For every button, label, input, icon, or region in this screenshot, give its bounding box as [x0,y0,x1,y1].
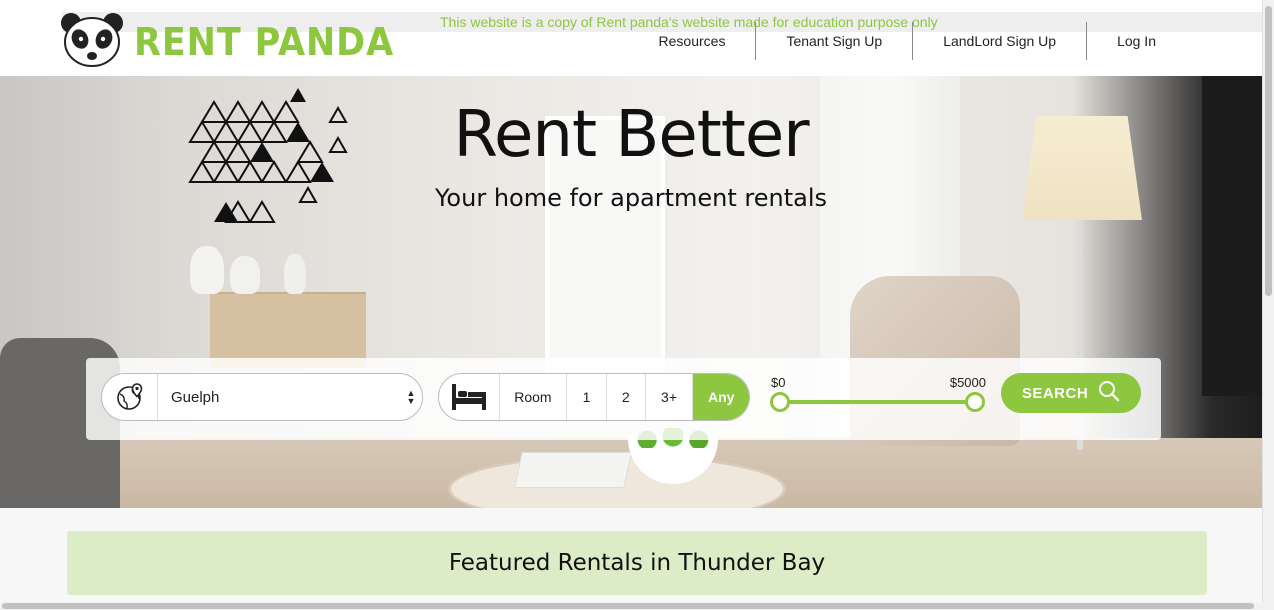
price-slider-track[interactable] [780,400,976,404]
nav-tenant-sign-up[interactable]: Tenant Sign Up [755,22,912,60]
vertical-scroll-thumb[interactable] [1265,6,1272,296]
main-nav: Resources Tenant Sign Up LandLord Sign U… [629,22,1186,60]
logo[interactable]: RENT PANDA [60,12,417,73]
price-max-label: $5000 [949,375,986,390]
brand-name: RENT PANDA [134,20,395,64]
featured-rentals-title: Featured Rentals in Thunder Bay [448,550,826,576]
nav-landlord-sign-up[interactable]: LandLord Sign Up [912,22,1086,60]
horizontal-scrollbar[interactable] [0,602,1274,610]
search-button[interactable]: SEARCH [1001,373,1141,413]
nav-log-in[interactable]: Log In [1086,22,1186,60]
search-panel: Guelph ▲ ▼ Room 1 2 3+ Any $0 $5000 SEAR… [86,358,1161,440]
hero-photo-vase [284,254,306,294]
panda-icon [60,12,124,73]
featured-rentals-banner: Featured Rentals in Thunder Bay [67,531,1207,595]
price-min-handle[interactable] [770,392,790,412]
bedroom-option-1[interactable]: 1 [567,374,607,420]
hero-photo-book [514,452,632,488]
bed-icon [439,374,500,420]
vertical-scrollbar[interactable] [1262,0,1274,602]
hero-photo-vase [230,256,260,294]
nav-resources[interactable]: Resources [629,22,756,60]
location-select[interactable]: Guelph ▲ ▼ [101,373,423,421]
site-header: This website is a copy of Rent panda's w… [0,0,1262,76]
search-button-label: SEARCH [1021,384,1089,402]
price-max-handle[interactable] [965,392,985,412]
hero-photo-dresser [210,292,366,368]
horizontal-scroll-thumb[interactable] [2,603,1254,609]
hero-title: Rent Better [453,98,809,172]
price-range-slider: $0 $5000 [770,372,986,422]
hero-photo-vase [190,246,224,294]
select-arrows-icon: ▲ ▼ [406,388,416,406]
bedroom-option-any[interactable]: Any [693,374,749,420]
hero-subtitle: Your home for apartment rentals [434,184,828,212]
bedroom-option-room[interactable]: Room [500,374,568,420]
bedroom-selector: Room 1 2 3+ Any [438,373,750,421]
search-icon [1098,380,1120,406]
hero-section: Rent Better Your home for apartment rent… [0,76,1262,508]
bedroom-option-3-plus[interactable]: 3+ [646,374,694,420]
globe-pin-icon [102,374,158,420]
bedroom-option-2[interactable]: 2 [607,374,646,420]
price-min-label: $0 [771,375,786,390]
location-value: Guelph [171,388,220,406]
